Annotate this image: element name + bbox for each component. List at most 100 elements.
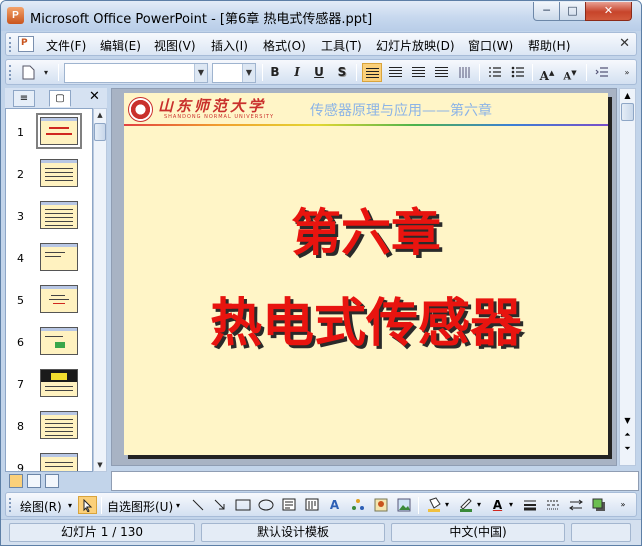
powerpoint-app-icon[interactable]: P <box>7 7 24 24</box>
align-right-button[interactable] <box>408 63 428 82</box>
chapter-title[interactable]: 第六章 <box>124 193 608 265</box>
tab-outline[interactable]: ≡ <box>13 90 35 107</box>
chevron-down-icon[interactable]: ▼ <box>194 64 207 82</box>
scroll-up-icon[interactable]: ▲ <box>94 109 106 121</box>
chevron-down-icon[interactable]: ▼ <box>242 64 255 82</box>
menu-view[interactable]: 视图(V) <box>154 37 196 54</box>
shadow-style-icon[interactable] <box>589 496 608 514</box>
slide-show-icon[interactable] <box>45 474 59 488</box>
bullets-button[interactable] <box>508 63 528 82</box>
line-style-icon[interactable] <box>520 496 539 514</box>
draw-menu-button[interactable]: 绘图(R) <box>20 498 62 515</box>
justify-button[interactable] <box>431 63 451 82</box>
status-design-template[interactable]: 默认设计模板 <box>201 523 385 542</box>
arrow-style-icon[interactable] <box>566 496 585 514</box>
slide-thumbnail[interactable] <box>40 369 78 397</box>
minimize-button[interactable]: ─ <box>533 2 560 21</box>
menu-edit[interactable]: 编辑(E) <box>100 37 141 54</box>
slide-thumbnail[interactable] <box>40 327 78 355</box>
next-slide-icon[interactable]: ⏷ <box>620 443 635 455</box>
fill-color-icon[interactable] <box>424 496 443 514</box>
font-color-icon[interactable]: A <box>488 496 507 514</box>
slide-vertical-scrollbar[interactable]: ▲ ▼ ⏶ ⏷ <box>619 88 636 466</box>
menu-slideshow[interactable]: 幻灯片放映(D) <box>376 37 455 54</box>
chevron-down-icon[interactable]: ▾ <box>176 501 180 510</box>
increase-font-size-button[interactable]: A▲ <box>537 63 557 83</box>
slide-thumbnail-row[interactable]: 8 <box>6 411 92 451</box>
font-name-combo[interactable]: ▼ <box>64 63 208 83</box>
slide-thumbnail-row[interactable]: 5 <box>6 285 92 325</box>
font-size-combo[interactable]: ▼ <box>212 63 256 83</box>
slide-thumbnail-row[interactable]: 1 <box>6 113 92 157</box>
rectangle-tool-icon[interactable] <box>233 496 252 514</box>
slide-thumbnail[interactable] <box>40 285 78 313</box>
toolbar-options-chevron-icon[interactable]: » <box>616 496 630 514</box>
decrease-indent-icon[interactable] <box>592 63 612 82</box>
vertical-text-box-icon[interactable] <box>302 496 321 514</box>
slide-thumbnail[interactable] <box>40 159 78 187</box>
document-menu-icon[interactable] <box>18 36 34 52</box>
notes-pane[interactable] <box>111 471 639 491</box>
oval-tool-icon[interactable] <box>256 496 275 514</box>
close-document-icon[interactable]: ✕ <box>619 36 630 51</box>
tab-slides[interactable]: ▢ <box>49 90 71 107</box>
underline-button[interactable]: U <box>309 63 329 82</box>
menubar-grip-handle[interactable] <box>9 37 12 52</box>
slide-thumbnail-row[interactable]: 6 <box>6 327 92 367</box>
slide-thumbnail[interactable] <box>40 411 78 439</box>
slide-thumbnail-list[interactable]: 1 2 3 4 5 6 7 8 9 <box>5 108 93 472</box>
new-document-icon[interactable] <box>18 63 38 82</box>
previous-slide-icon[interactable]: ⏶ <box>620 429 635 441</box>
thumbnail-scrollbar[interactable]: ▲ ▼ <box>93 108 107 472</box>
chevron-down-icon[interactable]: ▾ <box>442 496 452 514</box>
menu-help[interactable]: 帮助(H) <box>528 37 570 54</box>
insert-picture-icon[interactable] <box>394 496 413 514</box>
chevron-down-icon[interactable]: ▾ <box>506 496 516 514</box>
slide-thumbnail-row[interactable]: 9 <box>6 453 92 471</box>
wordart-icon[interactable]: A <box>325 496 344 514</box>
arrow-tool-icon[interactable] <box>210 496 229 514</box>
maximize-button[interactable]: □ <box>559 2 586 21</box>
close-window-button[interactable]: ✕ <box>585 2 632 21</box>
align-center-button[interactable] <box>385 63 405 82</box>
scrollbar-thumb[interactable] <box>621 103 634 121</box>
menu-file[interactable]: 文件(F) <box>46 37 86 54</box>
slide-thumbnail[interactable] <box>36 113 82 149</box>
shadow-button[interactable]: S <box>332 63 352 82</box>
toolbar-grip-handle[interactable] <box>9 65 12 80</box>
menu-format[interactable]: 格式(O) <box>263 37 306 54</box>
dash-style-icon[interactable] <box>543 496 562 514</box>
text-box-tool-icon[interactable] <box>279 496 298 514</box>
slide-thumbnail[interactable] <box>40 201 78 229</box>
slide-sorter-view-icon[interactable] <box>27 474 41 488</box>
slide-thumbnail[interactable] <box>40 243 78 271</box>
menu-tools[interactable]: 工具(T) <box>321 37 362 54</box>
course-title[interactable]: 传感器原理与应用——第六章 <box>310 100 492 120</box>
numbering-button[interactable] <box>485 63 505 82</box>
slide-thumbnail-row[interactable]: 7 <box>6 369 92 409</box>
scrollbar-thumb[interactable] <box>94 123 106 141</box>
align-left-button[interactable] <box>362 63 382 82</box>
drawbar-grip-handle[interactable] <box>9 498 12 512</box>
decrease-font-size-button[interactable]: A▼ <box>560 63 580 82</box>
scroll-down-icon[interactable]: ▼ <box>94 459 106 471</box>
select-objects-icon[interactable] <box>78 496 97 514</box>
menu-window[interactable]: 窗口(W) <box>468 37 513 54</box>
chevron-down-icon[interactable]: ▾ <box>68 501 72 510</box>
toolbar-options-chevron-icon[interactable]: ▾ <box>40 63 52 82</box>
normal-view-icon[interactable] <box>9 474 23 488</box>
scroll-up-icon[interactable]: ▲ <box>620 89 635 103</box>
current-slide[interactable]: 山东师范大学 SHANDONG NORMAL UNIVERSITY 传感器原理与… <box>124 93 608 455</box>
italic-button[interactable]: I <box>287 63 307 82</box>
close-pane-icon[interactable]: ✕ <box>89 89 100 104</box>
text-direction-icon[interactable] <box>455 63 475 82</box>
chapter-name[interactable]: 热电式传感器 <box>124 281 608 356</box>
menu-insert[interactable]: 插入(I) <box>211 37 248 54</box>
clip-art-icon[interactable] <box>371 496 390 514</box>
chevron-down-icon[interactable]: ▾ <box>474 496 484 514</box>
slide-thumbnail-row[interactable]: 3 <box>6 201 92 241</box>
toolbar-options-chevron-icon[interactable]: » <box>620 63 634 82</box>
slide-thumbnail[interactable] <box>40 453 78 471</box>
scroll-down-icon[interactable]: ▼ <box>620 415 635 427</box>
autoshapes-menu-button[interactable]: 自选图形(U) <box>107 498 173 515</box>
